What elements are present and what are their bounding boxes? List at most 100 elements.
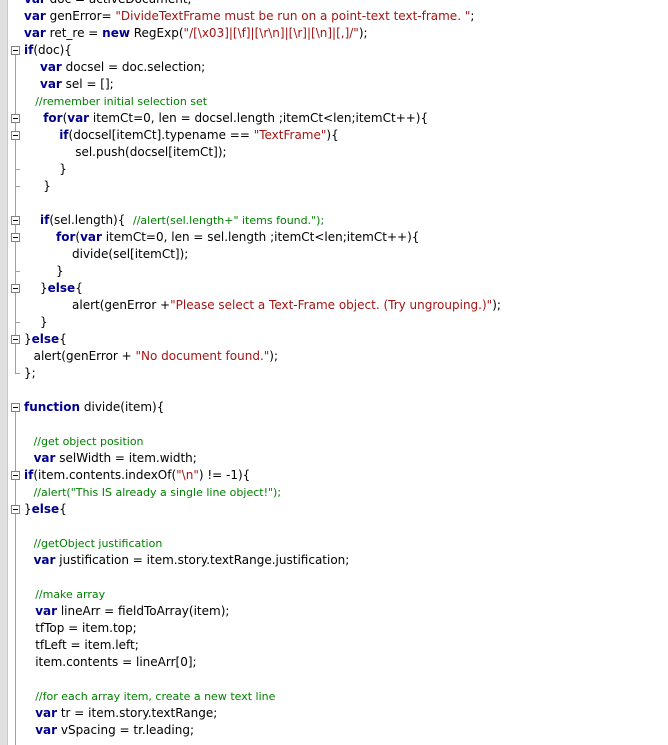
code-text: { xyxy=(59,502,67,516)
code-line[interactable]: alert(genError +"Please select a Text-Fr… xyxy=(72,297,501,314)
fold-collapse-icon[interactable] xyxy=(11,114,20,123)
code-line[interactable]: var ret_re = new RegExp("/[\x03]|[\f]|[\… xyxy=(24,25,368,42)
code-text: justification = item.story.textRange.jus… xyxy=(55,553,350,567)
code-keyword: var xyxy=(33,553,56,567)
code-line[interactable]: alert(genError + "No document found."); xyxy=(34,348,278,365)
code-line[interactable]: sel.push(docsel[itemCt]); xyxy=(75,144,226,161)
code-line[interactable]: }; xyxy=(24,365,36,382)
code-keyword: function xyxy=(24,400,81,414)
code-comment: //get object position xyxy=(33,435,144,448)
code-text: itemCt=0, len = docsel.length ;itemCt<le… xyxy=(89,111,429,125)
code-text: { xyxy=(75,281,83,295)
code-text: genError= xyxy=(45,9,116,23)
fold-collapse-icon[interactable] xyxy=(11,46,20,55)
code-string: "No document found." xyxy=(135,349,270,363)
code-line[interactable]: var docsel = doc.selection; xyxy=(40,59,205,76)
code-line[interactable]: if(doc){ xyxy=(24,42,72,59)
code-text: divide(item){ xyxy=(80,400,165,414)
code-line[interactable]: var sel = []; xyxy=(40,76,114,93)
code-comment: //for each array item, create a new text… xyxy=(35,690,276,703)
code-text: RegExp( xyxy=(129,26,184,40)
fold-rail xyxy=(15,140,16,169)
code-line[interactable]: var tr = item.story.textRange; xyxy=(35,705,217,722)
code-line[interactable]: }else{ xyxy=(24,331,67,348)
code-line[interactable]: var lineArr = fieldToArray(item); xyxy=(35,603,229,620)
code-line[interactable]: divide(sel[itemCt]); xyxy=(72,246,188,263)
code-line[interactable]: if(sel.length){ //alert(sel.length+" ite… xyxy=(40,212,324,229)
code-text: sel = []; xyxy=(61,77,114,91)
code-text: docsel = doc.selection; xyxy=(61,60,206,74)
code-line[interactable]: //getObject justification xyxy=(34,535,163,552)
code-text: tfLeft = item.left; xyxy=(35,638,139,652)
code-line[interactable]: var vSpacing = tr.leading; xyxy=(35,722,194,739)
code-text: selWidth = item.width; xyxy=(55,451,197,465)
code-line[interactable]: }else{ xyxy=(40,280,83,297)
code-line[interactable]: } xyxy=(40,314,48,331)
code-comment: //alert("This IS already a single line o… xyxy=(33,486,282,499)
code-keyword: var xyxy=(35,604,58,618)
code-text: doc = activeDocument; xyxy=(46,0,192,6)
code-text: ); xyxy=(492,298,501,312)
fold-margin xyxy=(8,0,24,745)
code-text: ) != -1){ xyxy=(198,468,251,482)
code-line[interactable]: //alert("This IS already a single line o… xyxy=(34,484,281,501)
code-text: } xyxy=(56,264,64,278)
fold-rail xyxy=(15,55,16,373)
fold-collapse-icon[interactable] xyxy=(11,233,20,242)
code-text: } xyxy=(40,315,48,329)
code-line[interactable]: for(var itemCt=0, len = docsel.length ;i… xyxy=(43,110,428,127)
code-line[interactable]: } xyxy=(59,161,67,178)
code-line[interactable]: }else{ xyxy=(24,501,67,518)
fold-collapse-icon[interactable] xyxy=(11,131,20,140)
code-line[interactable]: //make array xyxy=(35,586,105,603)
code-text: } xyxy=(40,281,48,295)
code-text: (docsel[itemCt].typename == xyxy=(68,128,254,142)
fold-rail xyxy=(15,242,16,271)
fold-end-marker xyxy=(15,322,20,323)
code-text: itemCt=0, len = sel.length ;itemCt<len;i… xyxy=(101,230,420,244)
code-line[interactable]: //get object position xyxy=(34,433,144,450)
code-string: "\n" xyxy=(176,468,199,482)
code-line[interactable]: for(var itemCt=0, len = sel.length ;item… xyxy=(56,229,419,246)
code-line[interactable]: } xyxy=(56,263,64,280)
code-line[interactable]: if(item.contents.indexOf("\n") != -1){ xyxy=(24,467,250,484)
code-line[interactable]: tfTop = item.top; xyxy=(35,620,137,637)
fold-collapse-icon[interactable] xyxy=(11,335,20,344)
code-keyword: new xyxy=(102,26,130,40)
code-line[interactable]: if(docsel[itemCt].typename == "TextFrame… xyxy=(59,127,339,144)
code-line[interactable]: item.contents = lineArr[0]; xyxy=(35,654,196,671)
code-line[interactable]: var justification = item.story.textRange… xyxy=(34,552,350,569)
code-keyword: var xyxy=(24,0,46,6)
code-comment: //make array xyxy=(35,588,106,601)
code-line[interactable]: //remember initial selection set xyxy=(35,93,207,110)
fold-collapse-icon[interactable] xyxy=(11,403,20,412)
code-text: ; xyxy=(470,9,475,23)
code-line[interactable]: var doc = activeDocument; xyxy=(24,0,192,8)
code-line[interactable]: var selWidth = item.width; xyxy=(34,450,197,467)
code-keyword: for xyxy=(43,111,63,125)
fold-collapse-icon[interactable] xyxy=(11,284,20,293)
code-line[interactable]: } xyxy=(43,178,51,195)
code-line[interactable]: tfLeft = item.left; xyxy=(35,637,139,654)
fold-collapse-icon[interactable] xyxy=(11,505,20,514)
code-text: (item.contents.indexOf( xyxy=(33,468,177,482)
line-gutter xyxy=(0,0,8,745)
code-editor[interactable]: var doc = activeDocument;var genError= "… xyxy=(0,0,668,745)
fold-collapse-icon[interactable] xyxy=(11,216,20,225)
code-comment: //remember initial selection set xyxy=(35,95,208,108)
code-line[interactable]: var genError= "DivideTextFrame must be r… xyxy=(24,8,474,25)
code-text: }; xyxy=(24,366,36,380)
code-text: tr = item.story.textRange; xyxy=(57,706,218,720)
fold-collapse-icon[interactable] xyxy=(11,471,20,480)
code-keyword: var xyxy=(33,451,56,465)
code-keyword: else xyxy=(31,332,60,346)
code-comment: //alert(sel.length+" items found."); xyxy=(133,214,325,227)
code-comment: //getObject justification xyxy=(33,537,163,550)
code-text: divide(sel[itemCt]); xyxy=(72,247,189,261)
code-line[interactable]: //for each array item, create a new text… xyxy=(35,688,275,705)
fold-rail xyxy=(15,293,16,322)
code-text: } xyxy=(59,162,67,176)
code-keyword: var xyxy=(24,9,46,23)
code-text: ); xyxy=(358,26,368,40)
code-line[interactable]: function divide(item){ xyxy=(24,399,164,416)
